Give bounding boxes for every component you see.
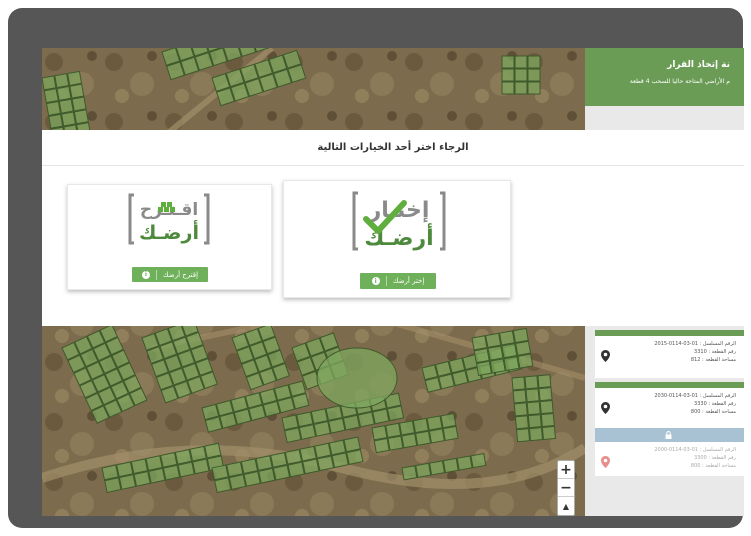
map-pin-icon: [601, 402, 610, 414]
suggest-land-label: إقترح أرضك: [162, 270, 199, 279]
available-plots-count: م الأراضي المتاحة حاليا للسحب 4 قطعة: [629, 78, 730, 85]
plot-area: مساحة القطعة : 800: [690, 463, 736, 469]
suggest-land-button[interactable]: إقترح أرضك i: [132, 267, 208, 282]
zoom-out-button[interactable]: −: [558, 479, 574, 497]
info-icon[interactable]: i: [371, 277, 380, 285]
lock-icon: [665, 431, 672, 439]
plot-card[interactable]: الرقم المسلسل : 01-03-0114-2030 رقم القط…: [595, 382, 744, 430]
modal-title: الرجاء اختر أحد الخيارات التالية: [42, 130, 744, 166]
zoom-in-button[interactable]: +: [558, 461, 574, 479]
choice-modal: الرجاء اختر أحد الخيارات التالية إختـار …: [42, 130, 744, 326]
map-zoom-control: + − ▲: [557, 460, 575, 516]
plot-card-locked: الرقم المسلسل : 01-03-0114-2000 رقم القط…: [595, 428, 744, 476]
plot-number: رقم القطعة : 3330: [694, 401, 736, 407]
button-divider: [385, 276, 387, 286]
plot-number: رقم القطعة : 3300: [694, 455, 736, 461]
plot-serial: الرقم المسلسل : 01-03-0114-2000: [654, 447, 736, 453]
info-icon[interactable]: i: [141, 270, 150, 279]
logo-bottom-text: أرضـك: [139, 220, 199, 244]
device-frame: + − ▲ نة إتخاذ القرار م الأراضي المتاحة …: [8, 8, 744, 528]
plot-area: مساحة القطعة : 800: [690, 409, 736, 415]
plot-card[interactable]: الرقم المسلسل : 01-03-0114-2015 رقم القط…: [595, 330, 744, 378]
map-pin-icon: [601, 350, 610, 362]
plot-area: مساحة القطعة : 812: [690, 357, 736, 363]
button-divider: [155, 269, 157, 280]
map-pin-icon: [601, 456, 610, 468]
choose-land-label: إختر أرضك: [392, 277, 425, 285]
choose-land-button[interactable]: إختر أرضك i: [360, 273, 436, 289]
plot-serial: الرقم المسلسل : 01-03-0114-2015: [654, 341, 736, 347]
app-screen: + − ▲ نة إتخاذ القرار م الأراضي المتاحة …: [42, 48, 744, 516]
plot-number: رقم القطعة : 3310: [694, 349, 736, 355]
suggest-land-option[interactable]: اقـتـرح أرضـك إقترح أرضك i: [67, 184, 272, 290]
panel-header: نة إتخاذ القرار م الأراضي المتاحة حاليا …: [585, 48, 744, 106]
plot-serial: الرقم المسلسل : 01-03-0114-2030: [654, 393, 736, 399]
suggest-land-logo: اقـتـرح أرضـك: [128, 193, 210, 245]
choose-land-option[interactable]: إختـار أرضـك إختر أرضك i: [283, 180, 511, 298]
compass-button[interactable]: ▲: [558, 497, 574, 515]
choose-land-logo: إختـار أرضـك: [352, 191, 446, 251]
panel-title: نة إتخاذ القرار: [667, 60, 730, 70]
